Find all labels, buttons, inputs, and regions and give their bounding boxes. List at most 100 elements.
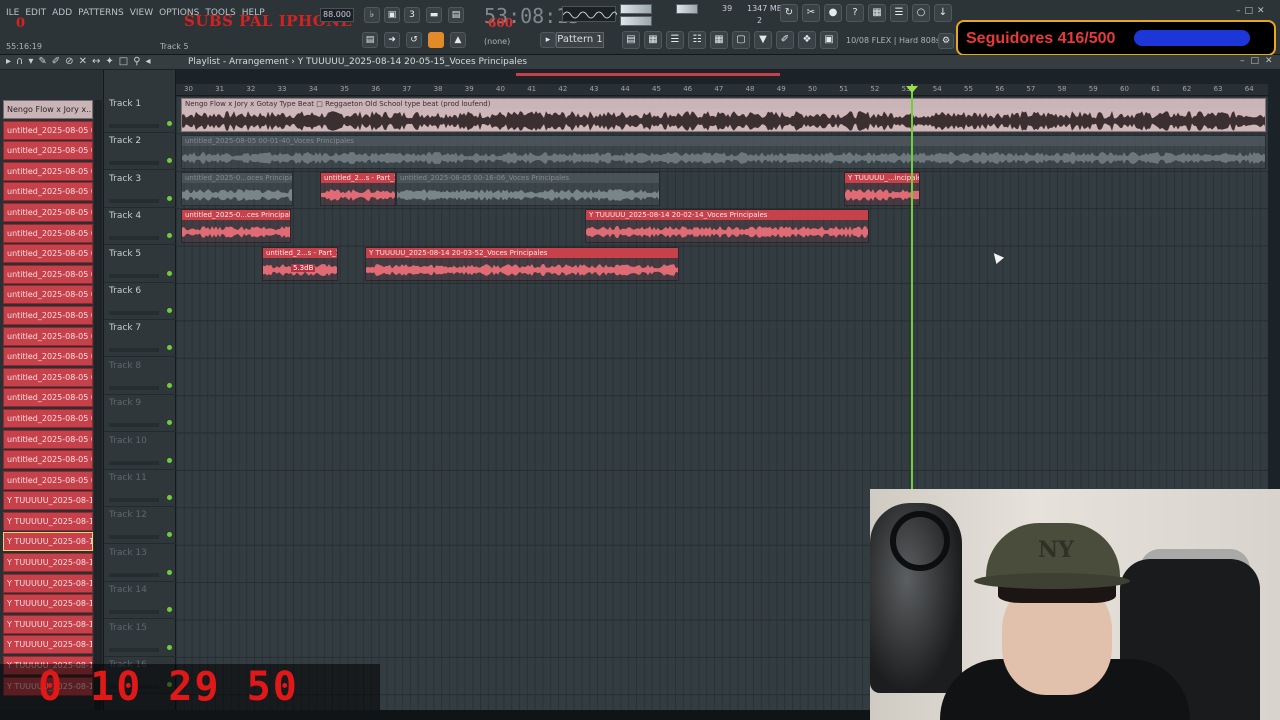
track-volume-slot[interactable] [109,124,159,128]
picker-clip-item[interactable]: untitled_2025-08-05 00-... [3,408,93,428]
track-header[interactable]: Track 12 [104,507,176,545]
picker-clip-item[interactable]: untitled_2025-08-05 00-... [3,347,93,367]
picker-clip-item[interactable]: Y TUUUUU_2025-08-14 1... [3,491,93,511]
track-volume-slot[interactable] [109,498,159,502]
mixer-icon[interactable]: ☰ [890,4,908,22]
track-active-led-icon[interactable] [167,345,172,351]
metronome-icon[interactable]: ♭ [364,7,380,23]
slide-icon[interactable]: ↺ [406,32,422,48]
track-active-led-icon[interactable] [167,158,172,164]
link-icon[interactable] [428,32,444,48]
playlist-maximize-icon[interactable]: □ [1251,56,1260,66]
track-volume-slot[interactable] [109,460,159,465]
track-volume-slot[interactable] [109,236,159,241]
picker-clip-item[interactable]: untitled_2025-08-05 00-... [3,223,93,243]
stamp-icon[interactable]: ▲ [450,32,466,48]
clip-t4a[interactable]: untitled_2025-0...ces Principales [181,209,291,243]
arrow-right-icon[interactable]: ➜ [384,32,400,48]
track-header[interactable]: Track 3 [104,171,176,208]
track-header[interactable]: Track 15 [104,620,176,657]
picker-clip-item[interactable]: untitled_2025-08-05 00-... [3,305,93,325]
track-header[interactable]: Track 13 [104,545,176,582]
track-active-led-icon[interactable] [167,420,172,426]
help-icon[interactable]: ? [846,4,864,22]
timeline-ruler[interactable]: 30 31 32 33 34 35 36 37 38 39 40 41 42 43 44 45 46 47 48 49… [176,84,1268,96]
microphone-icon[interactable]: ● [824,4,842,22]
countdown-icon[interactable]: 3 [404,7,420,23]
playhead-line[interactable] [911,84,913,490]
mixer-faders-icon[interactable]: ☷ [688,31,706,49]
track-volume-slot[interactable] [109,311,159,315]
track-active-led-icon[interactable] [167,308,172,313]
picker-clip-item[interactable]: untitled_2025-08-05 00-... [3,450,93,470]
picker-clip-item[interactable]: Y TUUUUU_2025-08-14 2... [3,614,93,634]
clip-t2[interactable]: untitled_2025-08-05 00-01-40_Voces Princ… [181,135,1266,169]
clip-t5a[interactable]: untitled_2...s - Part_1 5.3dB [262,247,338,281]
maximize-icon[interactable]: □ [1245,6,1254,16]
track-active-led-icon[interactable] [167,121,172,126]
playlist-close-icon[interactable]: ✕ [1265,56,1273,66]
track-active-led-icon[interactable] [167,382,172,388]
pencil-icon[interactable]: ✎ [38,56,46,67]
picker-clip-item[interactable]: untitled_2025-08-05 00-... [3,141,93,161]
slip-icon[interactable]: ↔ [92,56,100,67]
track-header[interactable]: Track 5 [104,246,176,283]
track-volume-slot[interactable] [109,273,159,278]
clip-t3a[interactable]: untitled_2025-0...oces Principales [181,172,293,206]
piano-roll-icon[interactable]: ▦ [644,31,662,49]
track-active-led-icon[interactable] [167,495,172,500]
speaker-icon[interactable]: ◂ [146,56,151,67]
track-volume-slot[interactable] [109,647,159,652]
chat-icon[interactable]: ○ [912,4,930,22]
tag-icon[interactable]: ❖ [798,31,816,49]
playlist-icon[interactable]: ▤ [622,31,640,49]
download-icon[interactable]: ↓ [934,4,952,22]
track-header[interactable]: Track 6 [104,283,176,320]
track-header[interactable]: Track 4 [104,208,176,246]
track-volume-slot[interactable] [109,535,159,540]
picker-clip-item[interactable]: untitled_2025-08-05 00-... [3,388,93,408]
track-active-led-icon[interactable] [167,644,172,650]
picker-scrollbar[interactable] [94,100,102,720]
picker-clip-item[interactable]: Y TUUUUU_2025-08-14 1... [3,573,93,593]
track-volume-slot[interactable] [109,348,159,353]
track-active-led-icon[interactable] [167,532,172,538]
delete-icon[interactable]: ⊘ [65,56,73,67]
picker-clip-item[interactable]: Y TUUUUU_2025-08-14 1... [3,594,93,614]
refresh-icon[interactable]: ↻ [780,4,798,22]
browser-icon[interactable]: ▦ [710,31,728,49]
mute-icon[interactable]: ✕ [79,56,87,67]
playhead-marker-icon[interactable] [906,86,918,93]
brush-icon[interactable]: ✐ [776,31,794,49]
track-active-led-icon[interactable] [167,457,172,463]
picker-clip-item[interactable]: untitled_2025-08-05 00-... [3,120,93,140]
picker-clip-item[interactable]: Y TUUUUU_2025-08-14 2... [3,635,93,655]
track-header[interactable]: Track 10 [104,433,176,470]
picker-clip-item[interactable]: untitled_2025-08-05 00-... [3,182,93,202]
track-active-led-icon[interactable] [167,233,172,239]
picker-clip-item[interactable]: untitled_2025-08-05 00-... [3,367,93,387]
picker-clip-item[interactable]: Y TUUUUU_2025-08-14 1... [3,511,93,531]
magnet-icon[interactable]: ∩ [16,56,23,67]
dropdown-icon[interactable]: ▾ [28,56,33,67]
clip-t4b[interactable]: Y TUUUUU_2025-08-14 20-02-14_Voces Princ… [585,209,869,243]
picker-clip-item[interactable]: untitled_2025-08-05 00-... [3,470,93,490]
track-active-led-icon[interactable] [167,195,172,201]
track-header[interactable]: Track 7 [104,320,176,358]
step-edit-icon[interactable]: ▬ [426,7,442,23]
track-header[interactable]: Track 9 [104,395,176,433]
menu-view[interactable]: VIEW [130,8,153,18]
picker-clip-item[interactable]: Y TUUUUU_2025-08-14 1... [3,532,93,552]
save-icon[interactable]: ▦ [868,4,886,22]
picker-clip-item[interactable]: untitled_2025-08-05 00-... [3,244,93,264]
picker-clip-item[interactable]: untitled_2025-08-05 00-... [3,202,93,222]
picker-clip-item[interactable]: untitled_2025-08-05 00-... [3,285,93,305]
track-header[interactable]: Track 11 [104,470,176,507]
track-header[interactable]: Track 1 [104,96,176,133]
close-icon[interactable]: ✕ [1257,6,1265,16]
zoom-icon[interactable]: ⚲ [133,56,140,67]
clip-t3b[interactable]: untitled_2...s - Part_1 [320,172,396,206]
track-header[interactable]: Track 14 [104,582,176,620]
picker-clip-item[interactable]: Y TUUUUU_2025-08-14 1... [3,553,93,573]
track-volume-slot[interactable] [109,161,159,166]
